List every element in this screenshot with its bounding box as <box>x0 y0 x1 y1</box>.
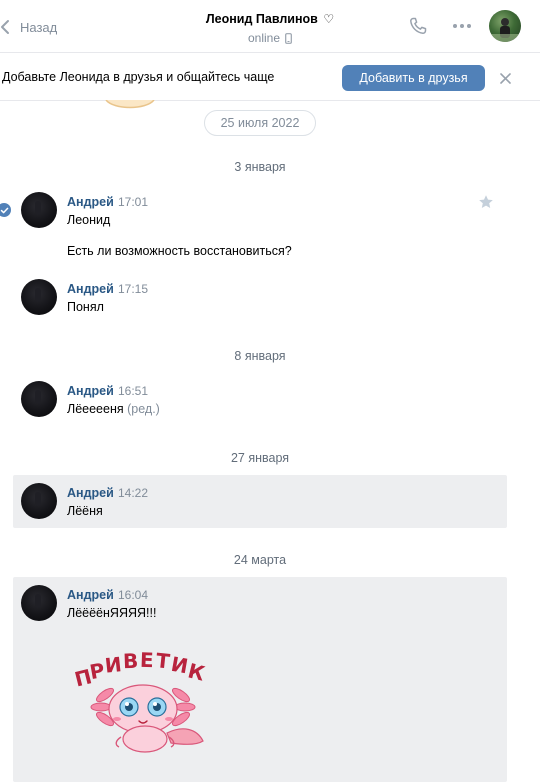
read-check-icon[interactable] <box>0 203 11 217</box>
close-icon <box>499 72 511 84</box>
message-text: Лёёня <box>67 504 103 518</box>
message-item-selected[interactable]: Андрей 14:22 Лёёня <box>13 475 507 528</box>
date-separator: 27 января <box>230 451 290 465</box>
message-author[interactable]: Андрей <box>67 195 114 209</box>
date-separator: 3 января <box>234 160 286 174</box>
add-friend-button[interactable]: Добавить в друзья <box>342 65 485 91</box>
svg-text:И: И <box>104 652 123 678</box>
history-date-pill[interactable]: 25 июля 2022 <box>204 110 316 136</box>
header-actions <box>403 10 540 42</box>
avatar[interactable] <box>21 381 57 417</box>
peer-avatar[interactable] <box>489 10 521 42</box>
call-button[interactable] <box>403 11 433 41</box>
mobile-icon <box>285 32 292 44</box>
message-author[interactable]: Андрей <box>67 486 114 500</box>
message-item[interactable]: Андрей 17:15 Понял <box>13 273 507 323</box>
avatar[interactable] <box>21 279 57 315</box>
message-text: ЛёёёёнЯЯЯЯ!!! <box>67 606 157 620</box>
message-text: Леонид <box>67 213 111 227</box>
back-button[interactable]: Назад <box>0 17 57 37</box>
online-status: online <box>247 31 281 45</box>
svg-text:В: В <box>123 649 139 674</box>
avatar[interactable] <box>21 585 57 621</box>
more-dots-icon <box>453 24 471 28</box>
chevron-left-icon <box>1 20 9 34</box>
svg-text:К: К <box>186 658 208 685</box>
peer-status: online <box>150 31 390 45</box>
message-item[interactable]: Андрей 17:01 Леонид Есть ли возможность … <box>13 186 507 266</box>
date-separator: 24 марта <box>233 553 287 567</box>
message-item-selected[interactable]: Андрей 16:04 ЛёёёёнЯЯЯЯ!!! П Р И В Е Т И… <box>13 577 507 782</box>
message-text: Есть ли возможность восстановиться? <box>67 244 292 258</box>
svg-text:Е: Е <box>140 648 155 672</box>
message-text-content: Лёееееня <box>67 402 124 416</box>
message-text: Лёееееня (ред.) <box>67 402 160 416</box>
avatar[interactable] <box>21 192 57 228</box>
message-time[interactable]: 14:22 <box>118 486 148 500</box>
more-button[interactable] <box>447 11 477 41</box>
message-item[interactable]: Андрей 16:51 Лёееееня (ред.) <box>13 375 507 425</box>
message-text: Понял <box>67 300 104 314</box>
axolotl-sticker-icon[interactable]: П Р И В Е Т И К <box>71 645 217 757</box>
date-separator: 8 января <box>234 349 286 363</box>
message-time[interactable]: 16:04 <box>118 588 148 602</box>
close-banner-button[interactable] <box>496 69 514 87</box>
heart-icon: ♡ <box>323 12 335 26</box>
phone-icon <box>410 17 427 34</box>
message-time[interactable]: 16:51 <box>118 384 148 398</box>
message-author[interactable]: Андрей <box>67 588 114 602</box>
back-label: Назад <box>20 19 58 35</box>
chat-header: Назад Леонид Павлинов ♡ online <box>0 0 540 53</box>
scrollbar[interactable] <box>536 101 540 782</box>
svg-text:Т: Т <box>155 648 171 673</box>
peer-name-text: Леонид Павлинов <box>205 12 318 26</box>
message-time[interactable]: 17:15 <box>118 282 148 296</box>
message-time[interactable]: 17:01 <box>118 195 148 209</box>
peer-info[interactable]: Леонид Павлинов ♡ online <box>150 12 390 45</box>
peer-name[interactable]: Леонид Павлинов ♡ <box>150 12 390 26</box>
message-author[interactable]: Андрей <box>67 384 114 398</box>
avatar[interactable] <box>21 483 57 519</box>
edited-label[interactable]: (ред.) <box>127 402 160 416</box>
banner-text: Добавьте Леонида в друзья и общайтесь ча… <box>2 70 275 84</box>
message-author[interactable]: Андрей <box>67 282 114 296</box>
sticker-peek <box>100 100 160 112</box>
add-friend-banner: Добавьте Леонида в друзья и общайтесь ча… <box>0 53 540 101</box>
